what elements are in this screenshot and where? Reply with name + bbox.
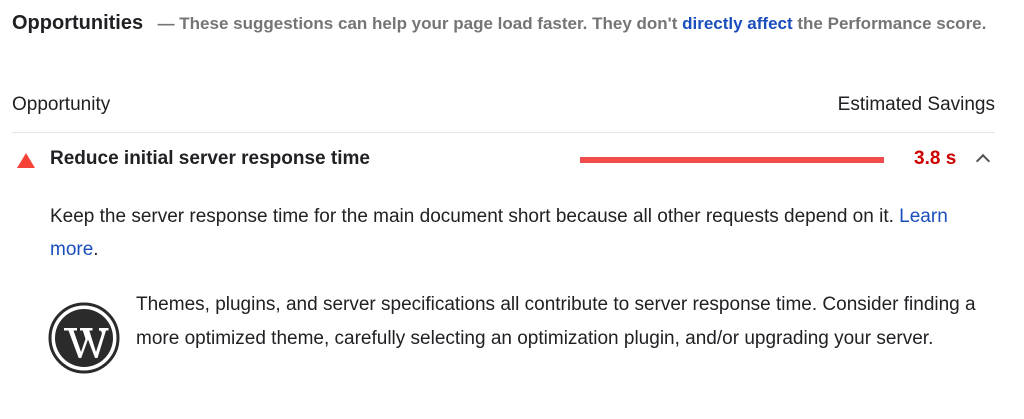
description-suffix: the Performance score.	[797, 14, 987, 33]
opportunity-row[interactable]: Reduce initial server response time 3.8 …	[12, 140, 997, 182]
opportunity-description: Keep the server response time for the ma…	[50, 200, 990, 266]
savings-bar-fill	[580, 157, 884, 163]
warning-triangle-icon	[17, 153, 35, 168]
description-prefix: — These suggestions can help your page l…	[157, 14, 678, 33]
stack-pack-text: Themes, plugins, and server specificatio…	[136, 294, 976, 349]
opportunity-title: Reduce initial server response time	[50, 148, 370, 169]
column-header-opportunity: Opportunity	[12, 94, 111, 115]
opportunities-header: Opportunities — These suggestions can he…	[12, 6, 1002, 42]
table-header: Opportunity Estimated Savings	[12, 94, 995, 133]
wordpress-logo-icon	[48, 302, 120, 374]
section-description: — These suggestions can help your page l…	[158, 14, 987, 33]
column-header-estimated-savings: Estimated Savings	[837, 94, 995, 115]
description-text: Keep the server response time for the ma…	[50, 206, 894, 227]
description-end: .	[93, 239, 99, 260]
chevron-up-icon[interactable]	[975, 153, 991, 169]
section-title: Opportunities	[12, 12, 144, 34]
stack-pack-wordpress: Themes, plugins, and server specificatio…	[48, 288, 988, 398]
directly-affect-link[interactable]: directly affect	[682, 14, 793, 33]
savings-value: 3.8 s	[914, 148, 957, 169]
savings-bar	[580, 157, 884, 163]
